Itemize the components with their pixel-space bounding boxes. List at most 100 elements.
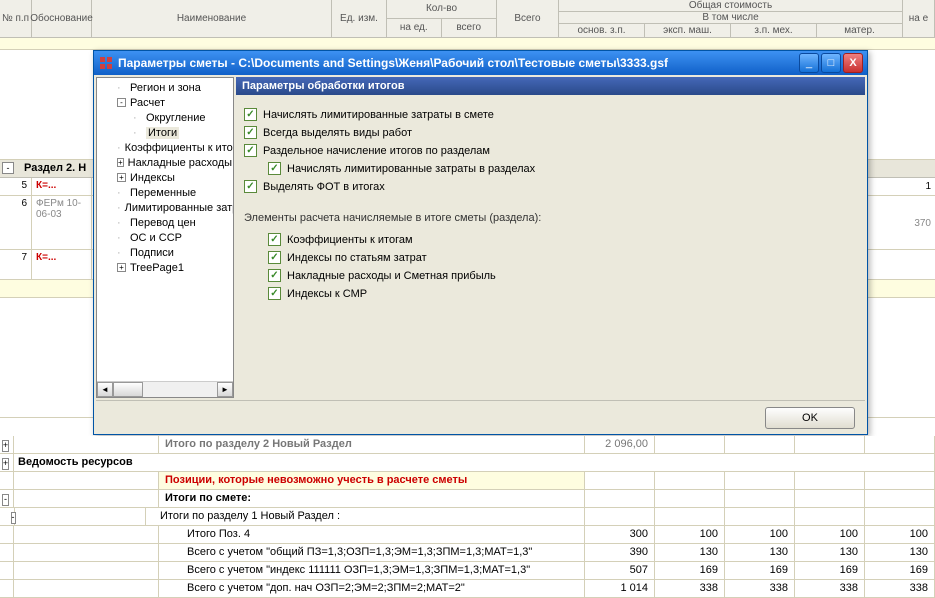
tree-label: Расчет [130,97,165,109]
tree-item-расчет[interactable]: -Расчет [99,95,231,110]
maximize-button[interactable]: □ [821,53,841,73]
tree[interactable]: ·Регион и зона-Расчет·Округление·Итоги·К… [97,78,233,381]
grid-header: № п.п Обоснование Наименование Ед. изм. … [0,0,935,38]
checkbox-label: Выделять ФОТ в итогах [263,181,385,193]
row-itogi-razdel-1[interactable]: - Итоги по разделу 1 Новый Раздел : [0,508,935,526]
tree-label: Накладные расходы [128,157,232,169]
row-vedomost[interactable]: + Ведомость ресурсов [0,454,935,472]
checkbox[interactable] [268,287,281,300]
ok-button[interactable]: OK [765,407,855,429]
tree-item-округление[interactable]: ·Округление [99,110,231,125]
checkbox-row: Раздельное начисление итогов по разделам [244,144,859,157]
checkbox-label: Начислять лимитированные затраты в смете [263,109,494,121]
tree-item-итоги[interactable]: · Итоги [99,125,231,140]
tree-label: Округление [146,112,206,124]
scroll-thumb[interactable] [113,382,143,397]
minimize-button[interactable]: _ [799,53,819,73]
row-value: 169 [655,562,725,579]
tree-item-перевод-цен[interactable]: · Перевод цен [99,215,231,230]
row-value: 100 [865,526,935,543]
row-name: Всего с учетом "общий ПЗ=1,3;ОЗП=1,3;ЭМ=… [159,544,585,561]
collapse-icon[interactable]: - [117,98,126,107]
tree-label: Итоги [146,127,179,139]
row-value: 338 [725,580,795,597]
row-value: 338 [655,580,725,597]
checkbox-label: Начислять лимитированные затраты в разде… [287,163,535,175]
row-value: 338 [865,580,935,597]
col-naimen: Наименование [92,0,332,37]
cell-val-370: 370 [914,218,931,229]
checkbox-label: Накладные расходы и Сметная прибыль [287,270,496,282]
tree-item-ос-и-сср[interactable]: ·ОС и ССР [99,230,231,245]
row-pozicii[interactable]: Позиции, которые невозможно учесть в рас… [0,472,935,490]
row-itogo-razdel-2[interactable]: + Итого по разделу 2 Новый Раздел 2 096,… [0,436,935,454]
expand-icon[interactable]: + [117,173,126,182]
close-button[interactable]: X [843,53,863,73]
checkbox[interactable] [268,269,281,282]
checkbox-label: Раздельное начисление итогов по разделам [263,145,490,157]
row-value: 169 [725,562,795,579]
col-vsego: Всего [497,0,559,37]
row-name: Всего с учетом "индекс 111111 ОЗП=1,3;ЭМ… [159,562,585,579]
tree-scrollbar[interactable]: ◄ ► [97,381,233,397]
checkbox-row: Выделять ФОТ в итогах [244,180,859,193]
tree-dot-icon: · [117,187,126,199]
tree-dot-icon: · [133,127,142,139]
expand-icon[interactable]: - [2,162,14,174]
checkbox-label: Индексы к СМР [287,288,367,300]
tree-panel: ·Регион и зона-Расчет·Округление·Итоги·К… [96,77,234,398]
row-itogi-smete[interactable]: - Итоги по смете: [0,490,935,508]
table-row[interactable]: Итого Поз. 4300100100100100 [0,526,935,544]
tree-item-лимитированные-затраты[interactable]: ·Лимитированные затраты [99,200,231,215]
tree-item-накладные-расходы[interactable]: + Накладные расходы [99,155,231,170]
checkbox[interactable] [268,251,281,264]
tree-label: Переменные [130,187,196,199]
tree-dot-icon: · [117,217,126,229]
tree-dot-icon: · [117,202,121,214]
row-value: 130 [795,544,865,561]
checkbox[interactable] [244,108,257,121]
tree-label: Регион и зона [130,82,201,94]
tree-item-treepage1[interactable]: +TreePage1 [99,260,231,275]
expand-icon[interactable]: + [2,458,9,470]
collapse-icon[interactable]: - [2,494,9,506]
checkbox-label: Индексы по статьям затрат [287,252,427,264]
cell-val-1: 1 [925,181,931,192]
col-stoim: Общая стоимость В том числе основ. з.п. … [559,0,903,37]
scroll-left-icon[interactable]: ◄ [97,382,113,397]
table-row[interactable]: Всего с учетом "общий ПЗ=1,3;ОЗП=1,3;ЭМ=… [0,544,935,562]
expand-icon[interactable]: + [117,158,124,167]
scroll-right-icon[interactable]: ► [217,382,233,397]
table-row[interactable]: Всего с учетом "доп. нач ОЗП=2;ЭМ=2;ЗПМ=… [0,580,935,598]
expand-icon[interactable]: + [2,440,9,452]
table-row[interactable]: Всего с учетом "индекс 111111 ОЗП=1,3;ЭМ… [0,562,935,580]
checkbox[interactable] [268,162,281,175]
panel-title: Параметры обработки итогов [236,77,865,95]
row-value: 507 [585,562,655,579]
row-value: 1 014 [585,580,655,597]
checkbox[interactable] [244,144,257,157]
tree-item-переменные[interactable]: · Переменные [99,185,231,200]
checkbox[interactable] [244,126,257,139]
tree-label: ОС и ССР [130,232,182,244]
checkbox-row: Всегда выделять виды работ [244,126,859,139]
tree-label: Перевод цен [130,217,196,229]
tree-item-индексы[interactable]: +Индексы [99,170,231,185]
params-dialog: Параметры сметы - C:\Documents and Setti… [93,50,868,435]
row-value: 100 [725,526,795,543]
tree-item-подписи[interactable]: ·Подписи [99,245,231,260]
row-value: 130 [725,544,795,561]
dialog-titlebar[interactable]: Параметры сметы - C:\Documents and Setti… [94,51,867,75]
checkbox[interactable] [268,233,281,246]
col-obosnov: Обоснование [32,0,92,37]
content-panel: Параметры обработки итогов Начислять лим… [236,75,867,400]
tree-item-коэффициенты-к-итогам[interactable]: ·Коэффициенты к итогам [99,140,231,155]
row-name: Итого Поз. 4 [159,526,585,543]
tree-item-регион-и-зона[interactable]: ·Регион и зона [99,80,231,95]
checkbox-row: Начислять лимитированные затраты в смете [244,108,859,121]
col-edizm: Ед. изм. [332,0,387,37]
checkbox[interactable] [244,180,257,193]
row-value: 338 [795,580,865,597]
checkbox-label: Всегда выделять виды работ [263,127,412,139]
expand-icon[interactable]: + [117,263,126,272]
